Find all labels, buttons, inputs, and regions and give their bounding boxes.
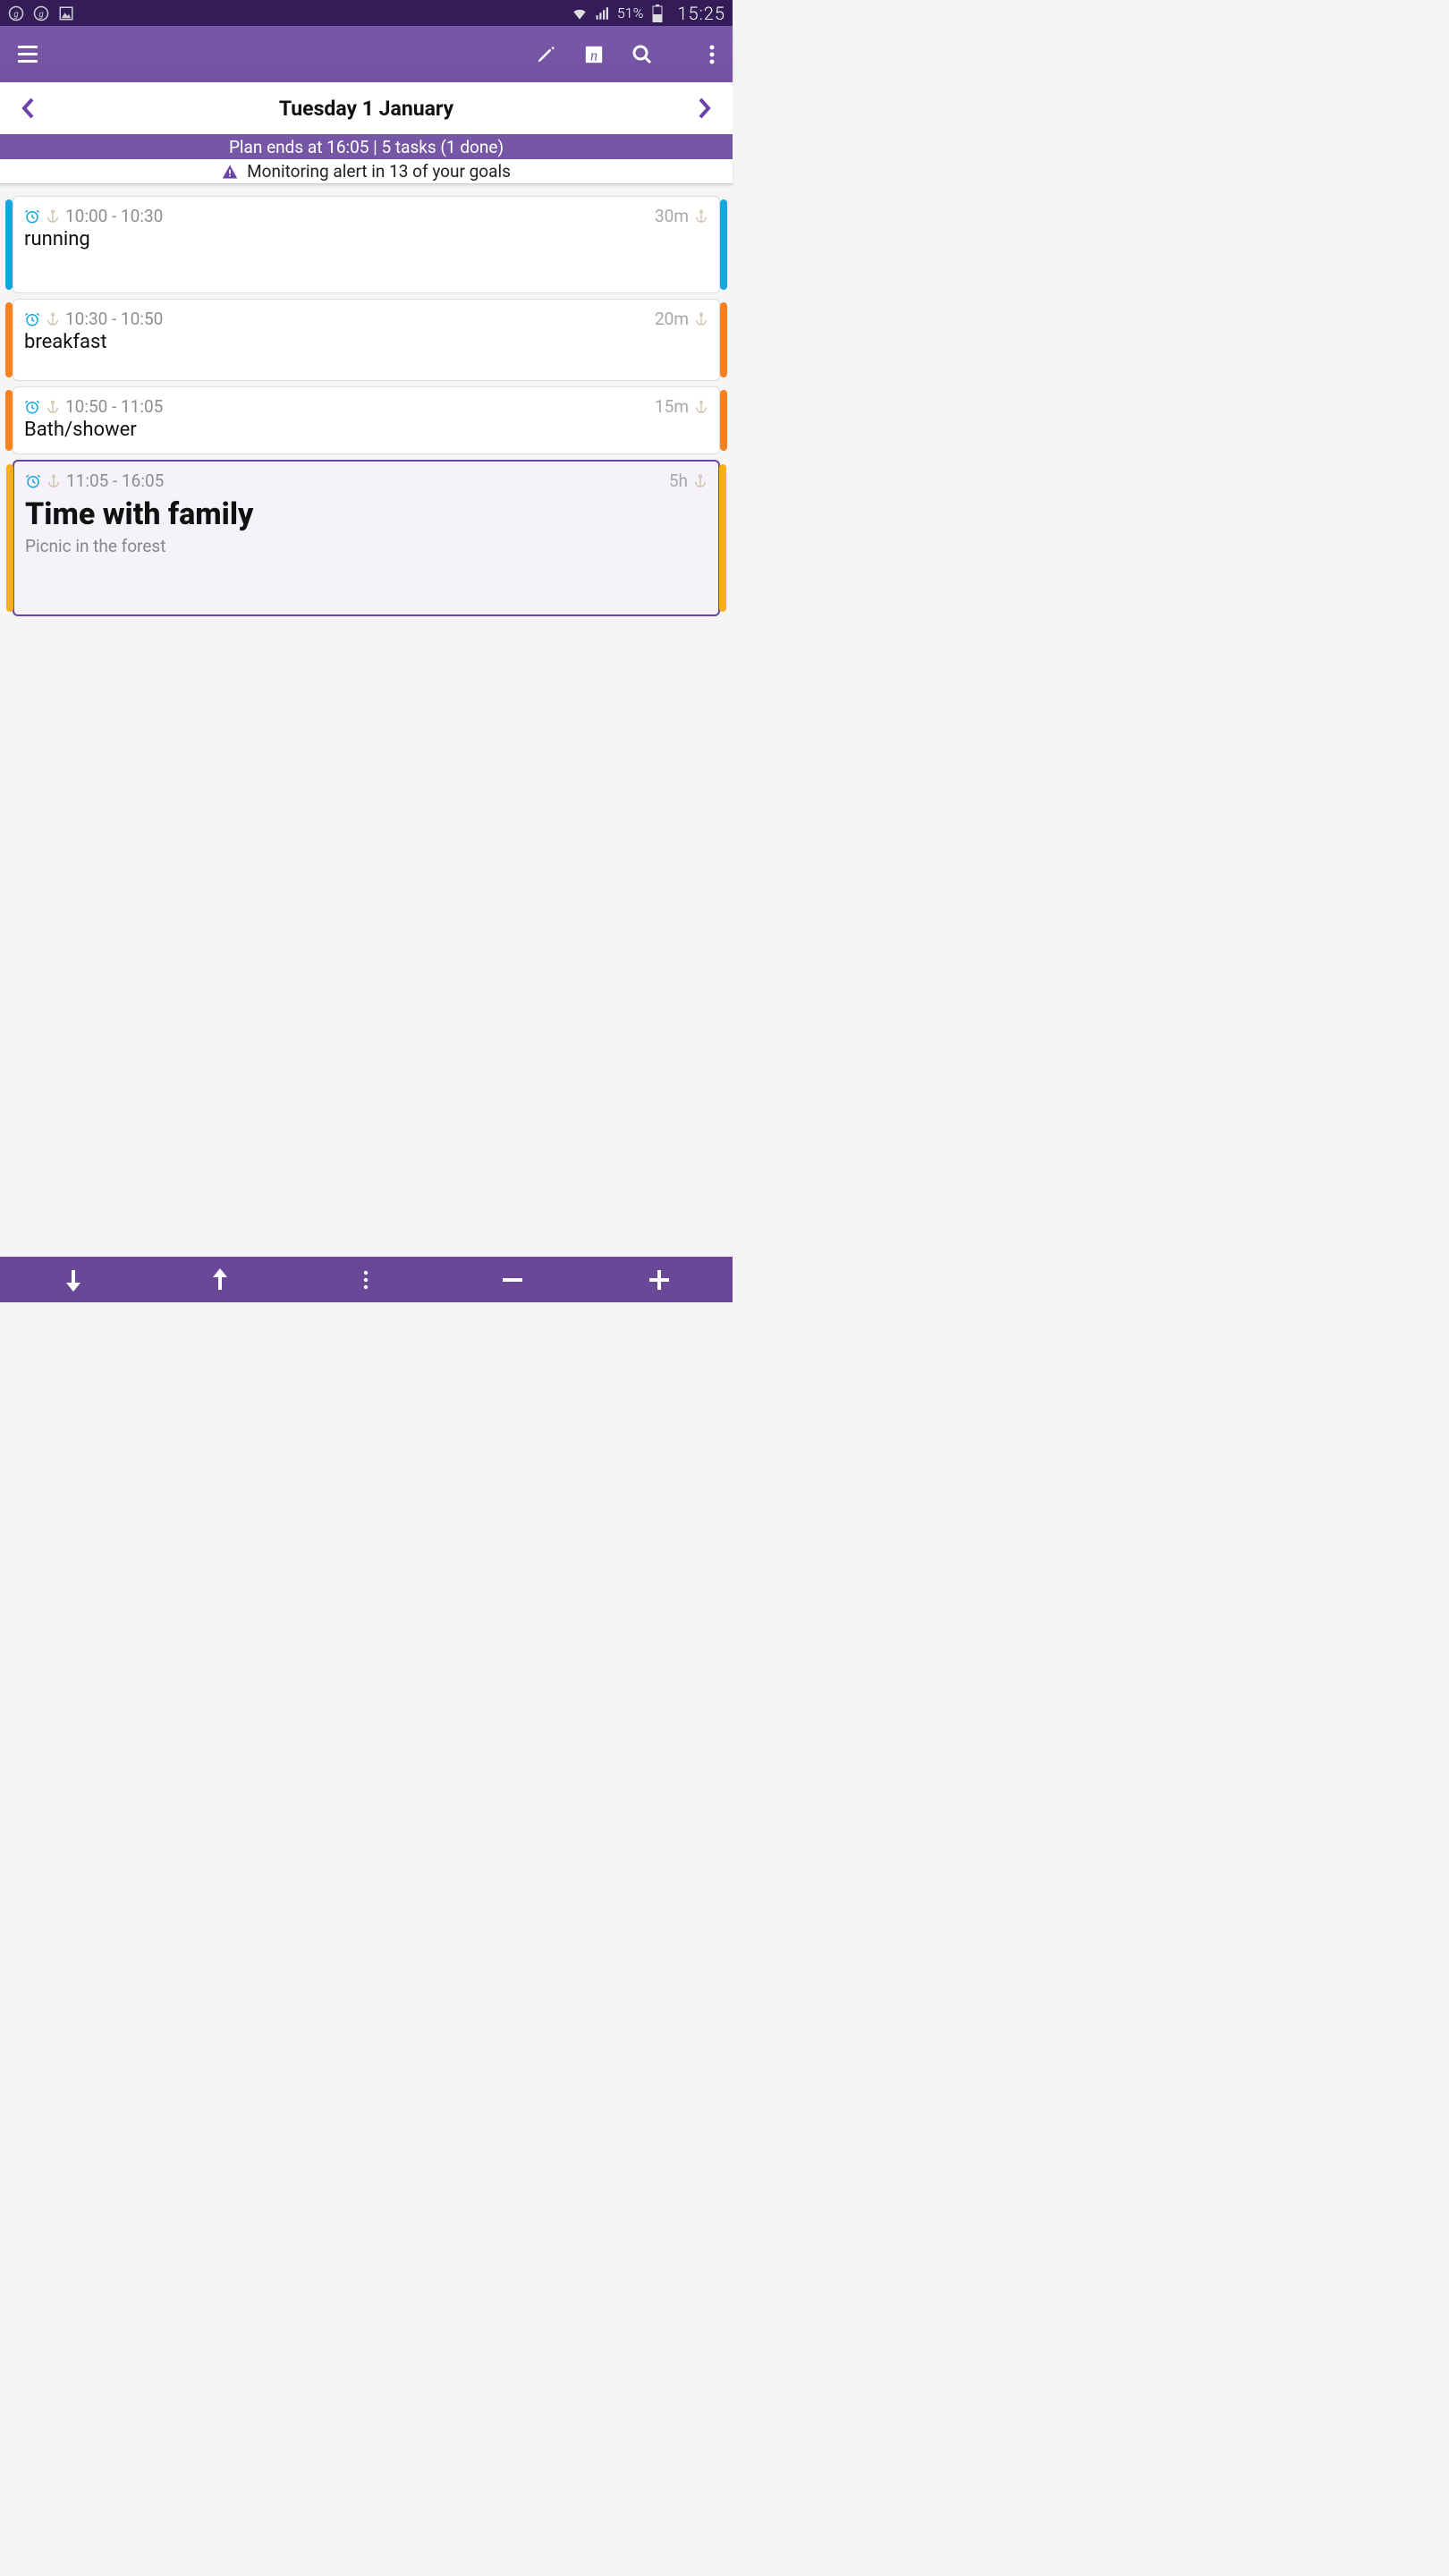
- status-time: 15:25: [677, 3, 725, 24]
- task-meta: 11:05 - 16:05 5h: [25, 470, 708, 491]
- battery-percent: 51%: [617, 4, 644, 21]
- edit-button[interactable]: [521, 26, 570, 82]
- alarm-icon: [24, 208, 40, 225]
- arrow-up-icon: [213, 1268, 227, 1292]
- anchor-icon: [693, 473, 708, 489]
- task-card[interactable]: 10:30 - 10:50 20mbreakfast: [13, 299, 720, 381]
- svg-text:g: g: [38, 9, 44, 19]
- anchor-icon: [46, 208, 60, 225]
- pencil-icon: [536, 45, 555, 64]
- plus-icon: [648, 1269, 670, 1291]
- add-button[interactable]: [632, 1269, 686, 1291]
- date-navigator: Tuesday 1 January: [0, 82, 733, 134]
- bottom-more-button[interactable]: [339, 1270, 393, 1290]
- hamburger-icon: [18, 46, 38, 63]
- task-list: 10:00 - 10:30 30mrunning 10:30 - 10:50 20mb…: [0, 184, 733, 616]
- alarm-icon: [25, 473, 41, 489]
- task-duration: 30m: [655, 206, 689, 226]
- chevron-right-icon: [699, 97, 711, 119]
- anchor-icon: [46, 399, 60, 415]
- search-add-button[interactable]: [618, 26, 666, 82]
- goals-alert[interactable]: Monitoring alert in 13 of your goals: [0, 159, 733, 184]
- image-icon: [57, 4, 75, 22]
- alert-text: Monitoring alert in 13 of your goals: [247, 161, 511, 182]
- app-bar: n: [0, 26, 733, 82]
- anchor-icon: [46, 311, 60, 327]
- wifi-icon: [571, 4, 589, 22]
- task-card[interactable]: 11:05 - 16:05 5h Time with family Picnic in…: [13, 460, 720, 616]
- more-button[interactable]: [666, 26, 715, 82]
- task-time-range: 10:30 - 10:50: [65, 309, 163, 329]
- task-duration: 15m: [655, 396, 689, 417]
- menu-button[interactable]: [18, 26, 66, 82]
- note-icon: n: [584, 45, 604, 64]
- move-down-button[interactable]: [47, 1268, 100, 1292]
- battery-icon: [648, 4, 666, 22]
- search-plus-icon: [631, 44, 653, 65]
- android-status-bar: g g 51% 15:25: [0, 0, 733, 26]
- task-card[interactable]: 10:00 - 10:30 30mrunning: [13, 196, 720, 293]
- warning-icon: [222, 164, 238, 180]
- task-title: Time with family: [25, 496, 708, 532]
- anchor-icon: [694, 311, 708, 327]
- anchor-icon: [694, 208, 708, 225]
- task-duration: 20m: [655, 309, 689, 329]
- task-meta: 10:30 - 10:50 20m: [24, 309, 708, 329]
- plan-summary[interactable]: Plan ends at 16:05 | 5 tasks (1 done): [0, 134, 733, 159]
- anchor-icon: [694, 399, 708, 415]
- move-up-button[interactable]: [193, 1268, 247, 1292]
- alarm-icon: [24, 311, 40, 327]
- task-meta: 10:00 - 10:30 30m: [24, 206, 708, 226]
- decrease-button[interactable]: [486, 1277, 539, 1283]
- minus-icon: [503, 1277, 522, 1283]
- notification-icon: g: [7, 4, 25, 22]
- notification-icon: g: [32, 4, 50, 22]
- anchor-icon: [47, 473, 61, 489]
- task-card[interactable]: 10:50 - 11:05 15mBath/shower: [13, 386, 720, 454]
- arrow-down-icon: [66, 1268, 80, 1292]
- task-title: running: [24, 228, 708, 250]
- signal-icon: [594, 4, 612, 22]
- next-day-button[interactable]: [699, 97, 711, 119]
- task-time-range: 11:05 - 16:05: [66, 470, 164, 491]
- chevron-left-icon: [21, 97, 34, 119]
- prev-day-button[interactable]: [21, 97, 34, 119]
- task-duration: 5h: [669, 470, 688, 491]
- bottom-toolbar: [0, 1257, 733, 1302]
- task-time-range: 10:50 - 11:05: [65, 396, 163, 417]
- svg-text:n: n: [590, 47, 597, 64]
- task-meta: 10:50 - 11:05 15m: [24, 396, 708, 417]
- task-subtitle: Picnic in the forest: [25, 536, 708, 556]
- more-vert-icon: [709, 45, 715, 64]
- date-title[interactable]: Tuesday 1 January: [34, 97, 699, 121]
- more-vert-icon: [363, 1270, 369, 1290]
- task-title: Bath/shower: [24, 419, 708, 441]
- svg-text:g: g: [13, 9, 19, 19]
- task-title: breakfast: [24, 331, 708, 353]
- note-button[interactable]: n: [570, 26, 618, 82]
- task-time-range: 10:00 - 10:30: [65, 206, 163, 226]
- alarm-icon: [24, 399, 40, 415]
